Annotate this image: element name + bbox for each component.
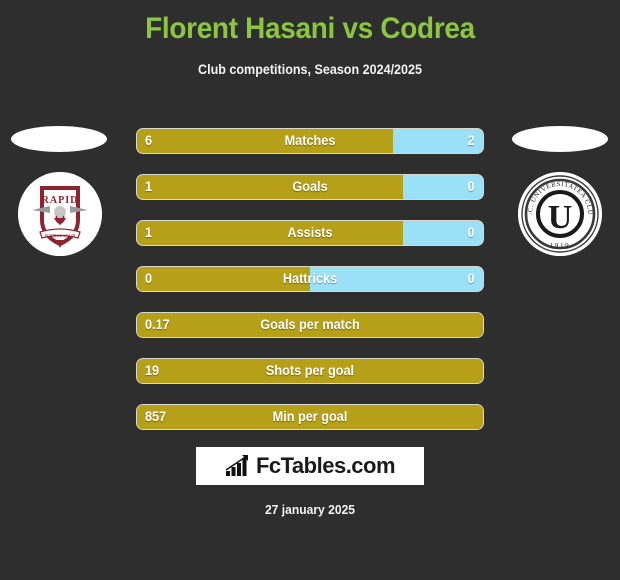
report-date: 27 january 2025 [264, 502, 356, 517]
page-title: Florent Hasani vs Codrea [145, 12, 475, 45]
home-country-flag [11, 126, 107, 152]
table-row: 0 Hattricks 0 [136, 266, 484, 292]
home-team-crest: RAPID FOTBAL CLUB [18, 172, 102, 256]
stat-label: Assists [287, 225, 333, 240]
fctables-logo[interactable]: FcTables.com [196, 447, 424, 485]
stat-label: Hattricks [282, 271, 338, 286]
away-value: 0 [467, 271, 475, 286]
stats-rows: 6 Matches 2 1 Goals 0 1 Assists 0 0 Hatt… [136, 128, 484, 450]
table-row: 1 Goals 0 [136, 174, 484, 200]
fctables-logo-text: FcTables.com [255, 453, 396, 478]
page-subtitle: Club competitions, Season 2024/2025 [198, 62, 422, 77]
away-team-crest: U F.C. UNIVERSITATEA CLUJ 1919 [518, 172, 602, 256]
svg-text:FOTBAL CLUB: FOTBAL CLUB [45, 233, 75, 238]
stat-label: Shots per goal [265, 363, 355, 378]
away-value: 0 [467, 225, 475, 240]
svg-text:U: U [548, 199, 573, 236]
svg-text:1919: 1919 [550, 242, 570, 250]
svg-text:RAPID: RAPID [42, 195, 79, 206]
table-row: 19 Shots per goal [136, 358, 484, 384]
table-row: 0.17 Goals per match [136, 312, 484, 338]
stat-label: Goals per match [260, 317, 360, 332]
universitatea-cluj-crest-icon: U F.C. UNIVERSITATEA CLUJ 1919 [518, 172, 602, 256]
bar-chart-growth-icon [225, 455, 248, 476]
table-row: 6 Matches 2 [136, 128, 484, 154]
stat-label: Goals [292, 179, 328, 194]
stat-label: Min per goal [272, 409, 348, 424]
table-row: 857 Min per goal [136, 404, 484, 430]
away-country-flag [512, 126, 608, 152]
table-row: 1 Assists 0 [136, 220, 484, 246]
rapid-crest-icon: RAPID FOTBAL CLUB [18, 172, 102, 256]
away-value: 2 [467, 133, 475, 148]
stat-comparison-card: Florent Hasani vs Codrea Club competitio… [0, 0, 620, 580]
away-value: 0 [467, 179, 475, 194]
stat-label: Matches [284, 133, 336, 148]
